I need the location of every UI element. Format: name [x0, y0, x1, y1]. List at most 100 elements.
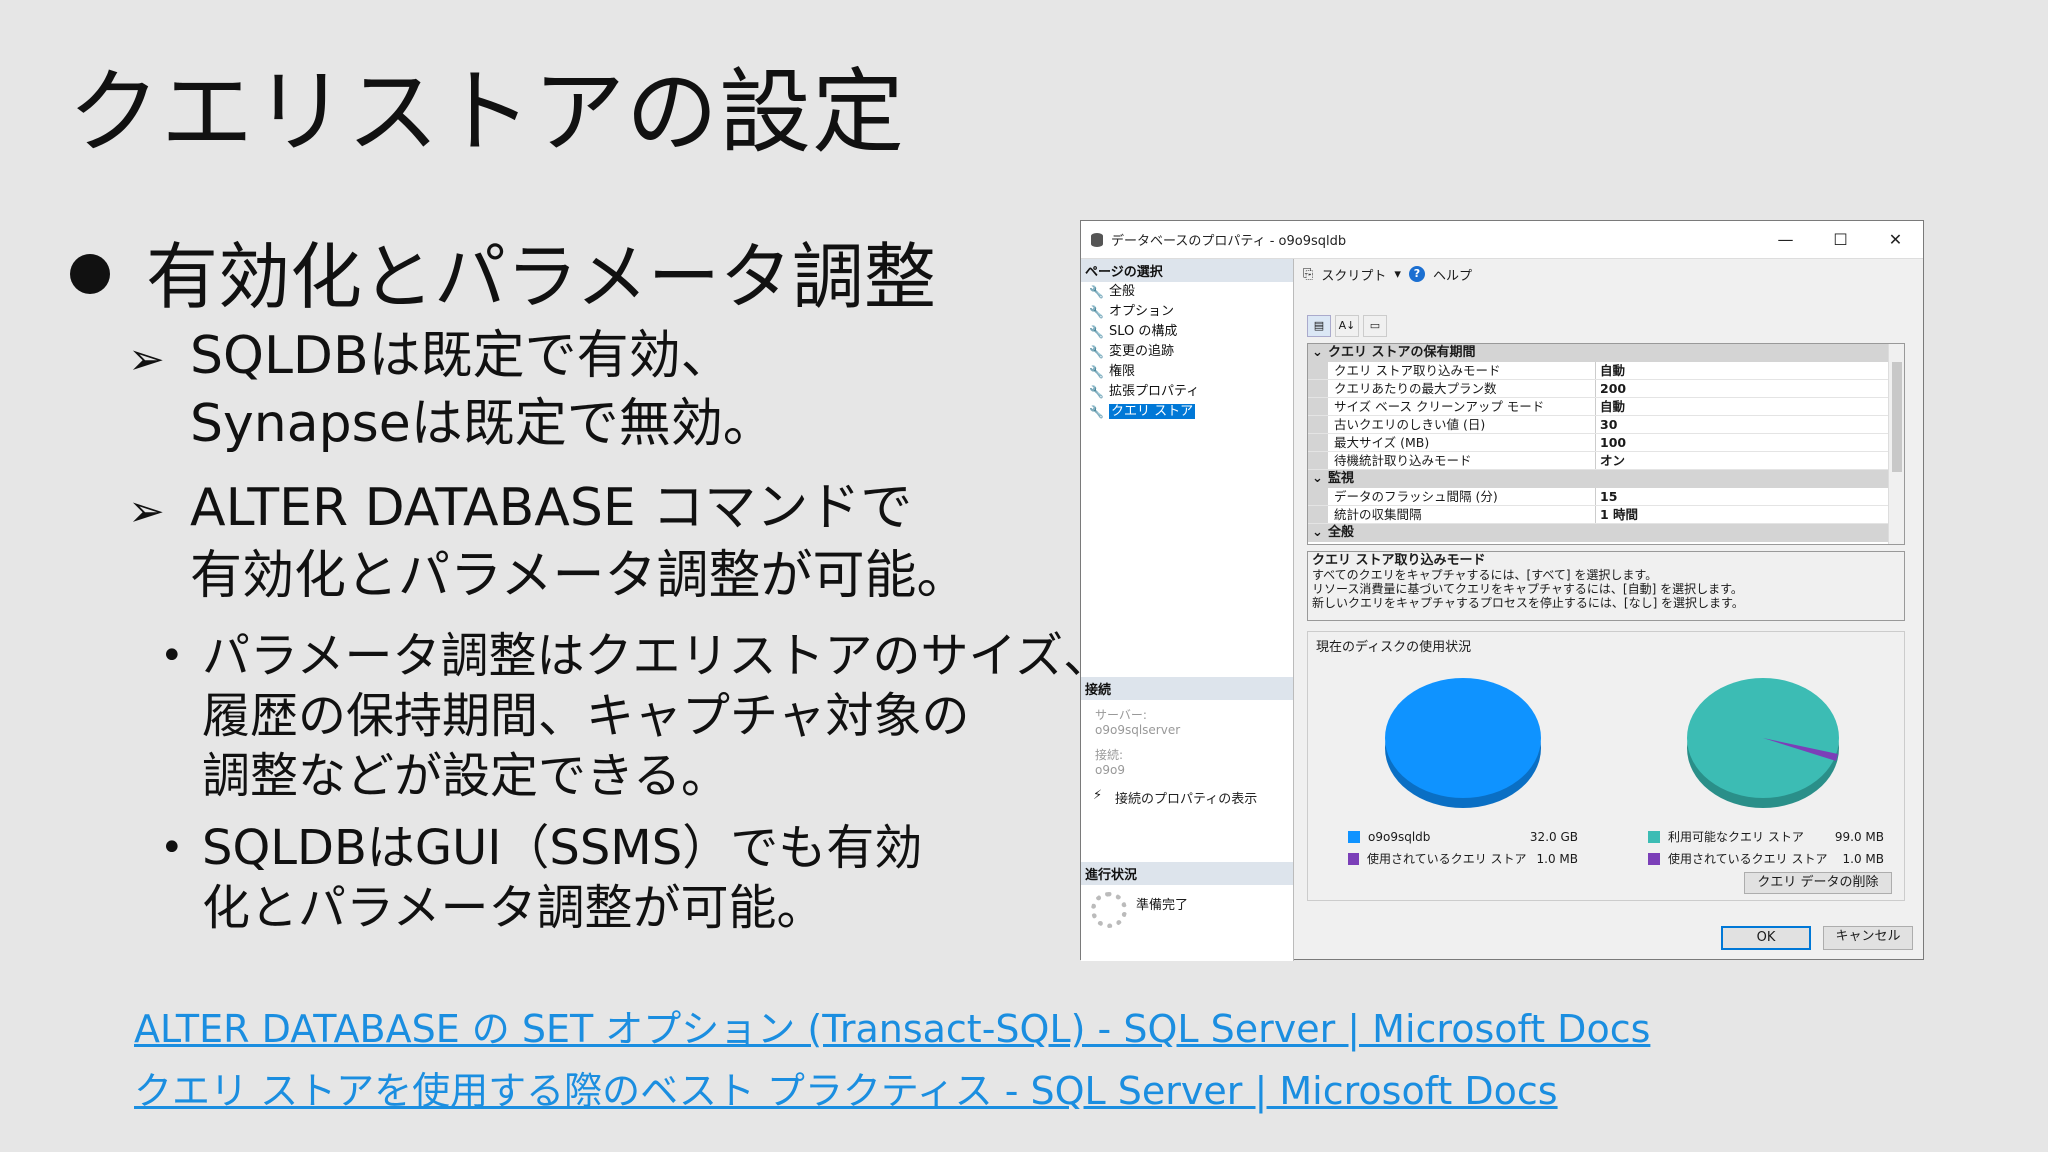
legend-item: o9o9sqldb 32.0 GB	[1348, 826, 1578, 848]
arrow-bullet-icon: ➢	[128, 334, 165, 385]
grid-category[interactable]: ⌄ クエリ ストアの保有期間	[1308, 344, 1904, 362]
disk-usage-panel: 現在のディスクの使用状況 o9o9sqldb 32.0 GB 使用されているクエリ…	[1307, 631, 1905, 901]
collapse-icon: ⌄	[1312, 471, 1323, 486]
database-size-pie	[1385, 678, 1541, 808]
legend-swatch	[1348, 853, 1360, 865]
arrow-bullet-icon: ➢	[128, 486, 165, 537]
wrench-icon: 🔧	[1089, 365, 1104, 379]
collapse-icon: ⌄	[1312, 345, 1323, 360]
help-icon: ?	[1408, 266, 1425, 282]
page-item-permissions[interactable]: 🔧 権限	[1081, 362, 1293, 382]
grid-row[interactable]: サイズ ベース クリーンアップ モード 自動	[1308, 398, 1904, 416]
page-item-general[interactable]: 🔧 全般	[1081, 282, 1293, 302]
arrow-item-1-line-1: SQLDBは既定で有効、	[190, 326, 733, 386]
grid-row[interactable]: 統計の収集間隔 1 時間	[1308, 506, 1904, 524]
arrow-item-2-line-2: 有効化とパラメータ調整が可能。	[190, 546, 969, 606]
grid-category[interactable]: ⌄ 全般	[1308, 524, 1904, 542]
sub-item-2-line-1: SQLDBはGUI（SSMS）でも有効	[202, 820, 923, 876]
connection-section: 接続 サーバー: o9o9sqlserver 接続: o9o9 ⚡ 接続のプロパテ…	[1081, 677, 1293, 807]
server-label: サーバー:	[1095, 708, 1147, 722]
legend-item: 利用可能なクエリ ストア 99.0 MB	[1648, 826, 1884, 848]
legend-item: 使用されているクエリ ストア 1.0 MB	[1348, 848, 1578, 870]
dialog-title: データベースのプロパティ - o9o9sqldb	[1111, 234, 1347, 249]
grid-scrollbar[interactable]	[1888, 344, 1904, 544]
bullet-dot-icon	[70, 254, 110, 294]
main-bullet-text: 有効化とパラメータ調整	[146, 235, 936, 319]
grid-row[interactable]: クエリあたりの最大プラン数 200	[1308, 380, 1904, 398]
arrow-item-2-line-1: ALTER DATABASE コマンドで	[190, 478, 913, 538]
page-item-extended-properties[interactable]: 🔧 拡張プロパティ	[1081, 382, 1293, 402]
sub-item-2: • SQLDBはGUI（SSMS）でも有効 化とパラメータ調整が可能。	[160, 818, 922, 938]
pages-header: ページの選択	[1081, 259, 1293, 282]
maximize-button[interactable]: ☐	[1813, 230, 1868, 249]
legend-swatch	[1648, 831, 1660, 843]
link-query-store-best-practices[interactable]: クエリ ストアを使用する際のベスト プラクティス - SQL Server | …	[134, 1060, 1558, 1115]
connection-value: o9o9	[1095, 763, 1125, 777]
slide-title: クエリストアの設定	[68, 59, 906, 166]
connection-properties-icon: ⚡	[1093, 788, 1103, 803]
page-item-options[interactable]: 🔧 オプション	[1081, 302, 1293, 322]
property-pages-icon[interactable]: ▭	[1363, 315, 1387, 337]
collapse-icon: ⌄	[1312, 525, 1323, 540]
progress-section: 進行状況 準備完了	[1081, 862, 1293, 928]
page-item-slo[interactable]: 🔧 SLO の構成	[1081, 322, 1293, 342]
purge-query-data-button[interactable]: クエリ データの削除	[1744, 872, 1892, 894]
script-dropdown-icon[interactable]: ▾	[1394, 267, 1401, 282]
main-bullet: 有効化とパラメータ調整	[70, 218, 936, 323]
legend-swatch	[1348, 831, 1360, 843]
query-store-size-pie	[1687, 678, 1839, 808]
grid-row[interactable]: 最大サイズ (MB) 100	[1308, 434, 1904, 452]
cancel-button[interactable]: キャンセル	[1823, 926, 1913, 950]
progress-header: 進行状況	[1081, 862, 1293, 885]
page-item-query-store[interactable]: 🔧 クエリ ストア	[1081, 402, 1293, 422]
sub-item-1-line-1: パラメータ調整はクエリストアのサイズ、	[202, 628, 1112, 684]
grid-sort-toolbar: ▤ A↓ ▭	[1307, 315, 1387, 337]
page-select-pane: ページの選択 🔧 全般 🔧 オプション 🔧 SLO の構成 🔧 変更の追跡 🔧 権限 🔧 拡…	[1081, 259, 1294, 961]
script-icon: ⎘	[1303, 266, 1314, 282]
database-icon	[1091, 232, 1103, 247]
database-properties-dialog: データベースのプロパティ - o9o9sqldb — ☐ ✕ ページの選択 🔧 全…	[1080, 220, 1924, 961]
grid-row[interactable]: クエリ ストア取り込みモード 自動	[1308, 362, 1904, 380]
dialog-titlebar: データベースのプロパティ - o9o9sqldb — ☐ ✕	[1081, 221, 1923, 259]
grid-category[interactable]: ⌄ 監視	[1308, 470, 1904, 488]
sub-bullet-dot-icon: •	[160, 633, 184, 679]
sub-item-1-line-3: 調整などが設定できる。	[202, 748, 730, 804]
wrench-icon: 🔧	[1089, 345, 1104, 359]
ok-button[interactable]: OK	[1721, 926, 1811, 950]
grid-row[interactable]: 待機統計取り込みモード オン	[1308, 452, 1904, 470]
legend-item: 使用されているクエリ ストア 1.0 MB	[1648, 848, 1884, 870]
help-button[interactable]: ヘルプ	[1433, 265, 1472, 284]
wrench-icon: 🔧	[1089, 405, 1104, 419]
database-legend: o9o9sqldb 32.0 GB 使用されているクエリ ストア 1.0 MB	[1348, 826, 1578, 870]
wrench-icon: 🔧	[1089, 325, 1104, 339]
legend-swatch	[1648, 853, 1660, 865]
query-store-pane: ⎘ スクリプト ▾ ? ヘルプ ▤ A↓ ▭ ⌄ クエリ ストアの保有期間 クエリ…	[1295, 259, 1923, 919]
grid-scroll-thumb[interactable]	[1892, 362, 1902, 472]
close-button[interactable]: ✕	[1868, 230, 1923, 249]
wrench-icon: 🔧	[1089, 285, 1104, 299]
sub-bullet-dot-icon: •	[160, 825, 184, 871]
page-item-change-tracking[interactable]: 🔧 変更の追跡	[1081, 342, 1293, 362]
grid-row[interactable]: 古いクエリのしきい値 (日) 30	[1308, 416, 1904, 434]
arrow-item-2: ➢ ALTER DATABASE コマンドで 有効化とパラメータ調整が可能。	[128, 474, 968, 610]
dialog-toolbar: ⎘ スクリプト ▾ ? ヘルプ	[1295, 259, 1923, 289]
categorized-view-icon[interactable]: ▤	[1307, 315, 1331, 337]
description-line: すべてのクエリをキャプチャするには、[すべて] を選択します。	[1312, 568, 1658, 582]
alphabetical-sort-icon[interactable]: A↓	[1335, 315, 1359, 337]
grid-row[interactable]: データのフラッシュ間隔 (分) 15	[1308, 488, 1904, 506]
property-description: クエリ ストア取り込みモード すべてのクエリをキャプチャするには、[すべて] を…	[1307, 551, 1905, 621]
description-line: 新しいクエリをキャプチャするプロセスを停止するには、[なし] を選択します。	[1312, 596, 1744, 610]
minimize-button[interactable]: —	[1758, 230, 1813, 249]
script-button[interactable]: スクリプト	[1321, 265, 1386, 284]
server-value: o9o9sqlserver	[1095, 723, 1181, 737]
progress-spinner-icon	[1091, 892, 1127, 928]
sub-item-2-line-2: 化とパラメータ調整が可能。	[202, 880, 825, 936]
query-store-legend: 利用可能なクエリ ストア 99.0 MB 使用されているクエリ ストア 1.0 MB	[1648, 826, 1884, 870]
link-alter-database-docs[interactable]: ALTER DATABASE の SET オプション (Transact-SQL…	[134, 998, 1650, 1053]
disk-usage-title: 現在のディスクの使用状況	[1316, 640, 1472, 655]
property-grid: ⌄ クエリ ストアの保有期間 クエリ ストア取り込みモード 自動 クエリあたりの最大…	[1307, 343, 1905, 545]
description-title: クエリ ストア取り込みモード	[1312, 553, 1486, 568]
description-line: リソース消費量に基づいてクエリをキャプチャするには、[自動] を選択します。	[1312, 582, 1743, 596]
connection-label: 接続:	[1095, 748, 1124, 762]
view-connection-properties-link[interactable]: ⚡ 接続のプロパティの表示	[1081, 788, 1293, 807]
